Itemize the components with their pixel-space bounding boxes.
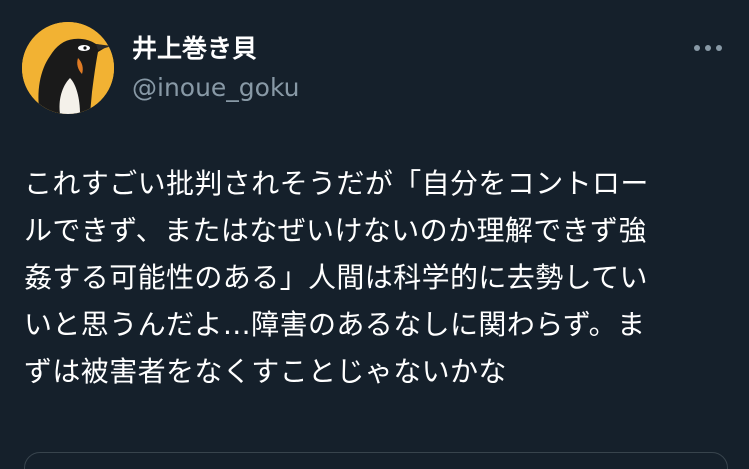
quoted-card[interactable] [24,452,728,469]
author-handle[interactable]: @inoue_goku [132,73,300,103]
author-display-name[interactable]: 井上巻き貝 [132,34,257,64]
tweet-text-line: いと思うんだよ…障害のあるなしに関わらず。ま [24,308,646,341]
author-avatar[interactable] [22,22,114,114]
tweet-text-line: ずは被害者をなくすことじゃないかな [24,355,507,388]
penguin-avatar-icon [22,22,114,114]
more-options-icon [694,45,722,51]
tweet: 井上巻き貝 @inoue_goku これすごい批判されそうだが「自分をコントロー… [0,0,749,469]
tweet-text-line: 姦する可能性のある」人間は科学的に去勢してい [24,261,648,294]
tweet-text-line: ルできず、またはなぜいけないのか理解できず強 [24,214,647,247]
tweet-text-line: これすごい批判されそうだが「自分をコントロー [24,167,649,200]
more-options-button[interactable] [688,36,728,60]
tweet-text: これすごい批判されそうだが「自分をコントロー ルできず、またはなぜいけないのか理… [24,160,729,395]
